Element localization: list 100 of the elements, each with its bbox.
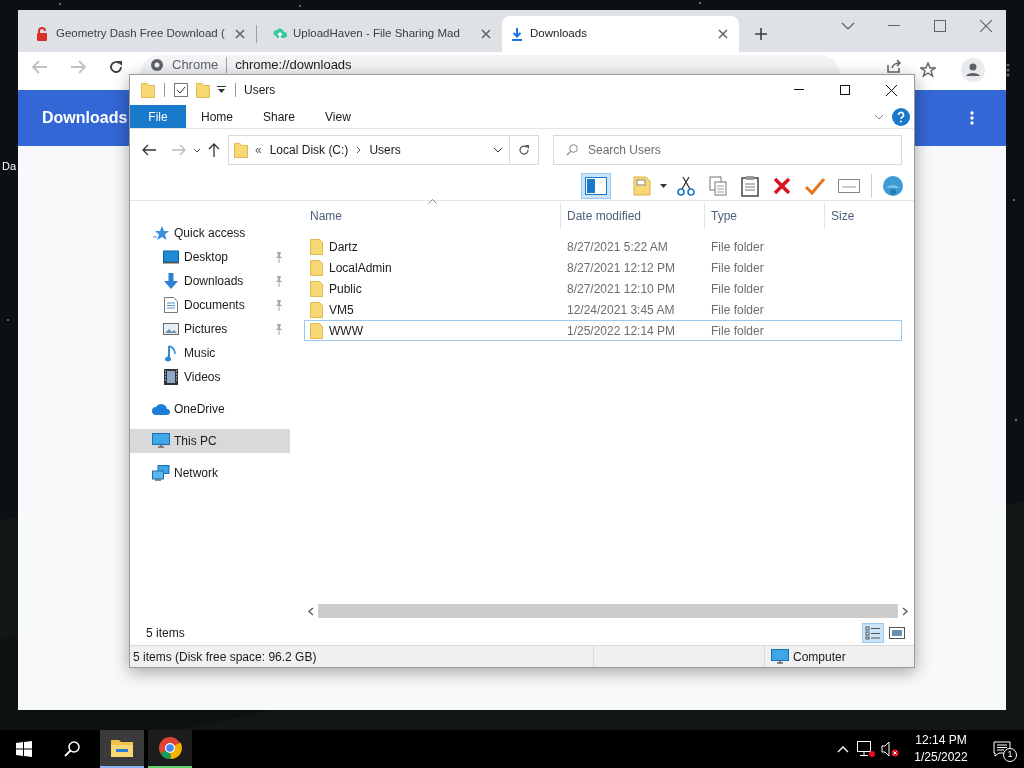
item-count: 5 items <box>146 625 186 642</box>
chevron-down-icon[interactable] <box>872 113 886 120</box>
ribbon-tab[interactable]: Share <box>248 105 311 128</box>
desktop-icon-label: Da <box>2 159 17 174</box>
address-bar[interactable]: Chrome chrome://downloads <box>140 55 840 75</box>
window-title: Users <box>244 82 277 99</box>
browser-tab[interactable]: Downloads <box>502 16 739 52</box>
nav-item[interactable]: Videos <box>130 365 290 389</box>
time-text: 12:14 PM <box>915 732 967 749</box>
cloud-icon <box>152 403 170 415</box>
column-header[interactable]: Name <box>304 203 560 229</box>
details-view-icon[interactable] <box>862 623 884 643</box>
folder-icon <box>310 259 323 276</box>
lock-icon <box>36 27 50 41</box>
folder-icon <box>233 142 249 158</box>
nav-item[interactable]: Desktop <box>130 245 290 269</box>
computer-icon <box>152 433 170 449</box>
search-field[interactable]: Search Users <box>553 135 902 165</box>
star-icon <box>152 225 170 241</box>
table-cell-text: 12/24/2021 3:45 AM <box>566 301 676 319</box>
help-icon[interactable] <box>892 107 910 126</box>
nav-item[interactable]: Pictures <box>130 317 290 341</box>
column-header[interactable]: Date modified <box>560 203 704 229</box>
profile-icon[interactable] <box>958 56 988 84</box>
nav-item[interactable]: Network <box>130 461 290 485</box>
tab-title: Geometry Dash Free Download ( <box>56 26 226 42</box>
table-cell-text: 8/27/2021 12:12 PM <box>566 259 677 277</box>
table-cell-text: File folder <box>710 322 765 340</box>
folder-icon <box>310 280 323 297</box>
table-cell-text: File folder <box>710 301 765 319</box>
nav-label: Downloads <box>184 273 245 290</box>
browser-tab[interactable]: UploadHaven - File Sharing Mad <box>265 16 502 52</box>
browser-tab[interactable]: Geometry Dash Free Download ( <box>28 16 265 52</box>
nav-label: Pictures <box>184 321 229 338</box>
nav-item[interactable]: Quick access <box>130 221 290 245</box>
nav-label: OneDrive <box>174 401 225 418</box>
file-row[interactable]: LocalAdmin 8/27/2021 12:12 PM File folder <box>304 257 902 278</box>
download-icon <box>510 27 524 41</box>
nav-label: Documents <box>184 297 246 314</box>
notification-count: 1 <box>1003 748 1017 762</box>
column-header[interactable]: Type <box>704 203 824 229</box>
nav-label: Desktop <box>184 249 230 266</box>
nav-label: Quick access <box>174 225 246 242</box>
address-field[interactable]: « Local Disk (C:) Users <box>228 135 539 165</box>
nav-label: Music <box>184 345 217 362</box>
file-row[interactable]: Public 8/27/2021 12:10 PM File folder <box>304 278 902 299</box>
file-name: VM5 <box>329 301 354 319</box>
computer-icon <box>771 648 789 665</box>
notification-button[interactable]: 1 <box>980 730 1024 768</box>
file-row[interactable]: VM5 12/24/2021 3:45 AM File folder <box>304 299 902 320</box>
file-name: WWW <box>329 322 363 340</box>
table-cell-text: File folder <box>710 280 765 298</box>
chevron-right-icon[interactable] <box>356 146 362 154</box>
preview-pane-icon[interactable] <box>581 172 611 199</box>
ribbon-tab[interactable]: Home <box>186 105 248 128</box>
nav-label: Videos <box>184 369 222 386</box>
location-text: Computer <box>793 648 847 666</box>
breadcrumb[interactable]: Users <box>369 141 401 159</box>
cloud-upload-icon <box>273 27 287 41</box>
breadcrumb[interactable]: Local Disk (C:) <box>269 141 349 159</box>
search-input[interactable]: Search Users <box>588 141 901 159</box>
dropdown-icon[interactable] <box>215 86 227 94</box>
message-icon <box>993 741 1011 757</box>
nav-item[interactable]: This PC <box>130 429 290 453</box>
clock[interactable]: 12:14 PM 1/25/2022 <box>902 732 980 766</box>
status-text: 5 items (Disk free space: 96.2 GB) <box>133 648 318 666</box>
table-cell-text: 1/25/2022 12:14 PM <box>566 322 677 340</box>
date-text: 1/25/2022 <box>914 749 968 766</box>
page-title: Downloads <box>42 108 128 128</box>
site-label: Chrome <box>172 58 219 72</box>
file-name: Public <box>329 280 362 298</box>
overflow-chevron[interactable]: « <box>255 141 262 159</box>
folder-icon <box>310 238 323 255</box>
table-cell-text: 8/27/2021 12:10 PM <box>566 280 677 298</box>
nav-item[interactable]: Music <box>130 341 290 365</box>
url-text: chrome://downloads <box>235 58 352 72</box>
image-icon <box>162 322 180 336</box>
nav-item[interactable]: OneDrive <box>130 397 290 421</box>
folder-icon <box>310 322 323 339</box>
ribbon-tab[interactable]: View <box>310 105 366 128</box>
sort-up-icon <box>428 199 437 204</box>
network-icon <box>152 465 170 481</box>
table-cell-text: File folder <box>710 259 765 277</box>
file-row[interactable]: Dartz 8/27/2021 5:22 AM File folder <box>304 236 902 257</box>
file-row[interactable]: WWW 1/25/2022 12:14 PM File folder <box>304 320 902 341</box>
table-cell-text: 8/27/2021 5:22 AM <box>566 238 669 256</box>
properties-icon[interactable] <box>173 83 189 97</box>
column-header[interactable]: Size <box>824 203 904 229</box>
tab-title: UploadHaven - File Sharing Mad <box>293 26 461 42</box>
file-name: LocalAdmin <box>329 259 392 277</box>
file-explorer-icon[interactable] <box>100 730 144 768</box>
film-icon <box>162 369 180 385</box>
nav-item[interactable]: Documents <box>130 293 290 317</box>
chrome-icon[interactable] <box>148 730 192 768</box>
down-arrow-icon <box>162 273 180 289</box>
nav-label: Network <box>174 465 218 482</box>
scrollbar-thumb[interactable] <box>318 604 898 618</box>
tab-title: Downloads <box>530 26 588 42</box>
file-name: Dartz <box>329 238 358 256</box>
nav-item[interactable]: Downloads <box>130 269 290 293</box>
